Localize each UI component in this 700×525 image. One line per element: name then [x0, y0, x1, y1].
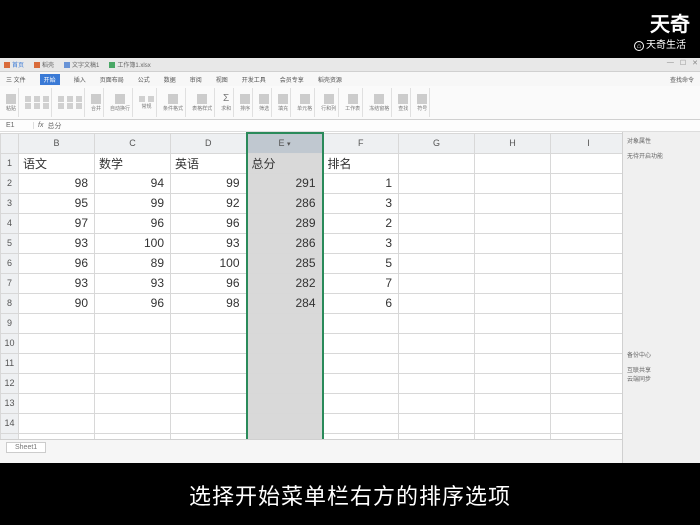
backup-item-1[interactable]: 互联共享	[627, 365, 697, 374]
row-3[interactable]: 3 959992 2863	[1, 193, 623, 213]
ribbon: 粘贴 合并 自动换行 常规 条件格式 表格样式 Σ求和 排序 筛选 填充 单元格…	[0, 86, 700, 120]
row-8[interactable]: 8 909698 2846	[1, 293, 623, 313]
col-E[interactable]: E ▾	[247, 133, 323, 153]
backup-item-2[interactable]: 云端同步	[627, 374, 697, 383]
row-1[interactable]: 1 语文 数学 英语 总分 排名	[1, 153, 623, 173]
menu-resource[interactable]: 稻壳资源	[318, 75, 342, 84]
window-tabbar: 首页 稻壳 文字文稿1 工作簿1.xlsx — ☐ ✕	[0, 58, 700, 72]
menu-start[interactable]: 开始	[40, 74, 60, 85]
tab-workbook[interactable]: 工作簿1.xlsx	[109, 60, 150, 69]
col-H[interactable]: H	[475, 133, 551, 153]
menu-data[interactable]: 数据	[164, 75, 176, 84]
backup-title: 备份中心	[627, 350, 697, 359]
menu-search[interactable]: 查找命令	[670, 75, 694, 84]
menu-view[interactable]: 视图	[216, 75, 228, 84]
col-D[interactable]: D	[171, 133, 247, 153]
row-13[interactable]: 13	[1, 393, 623, 413]
row-14[interactable]: 14	[1, 413, 623, 433]
formula-input[interactable]: 总分	[47, 121, 61, 131]
ribbon-number[interactable]: 常规	[137, 88, 157, 117]
col-I[interactable]: I	[551, 133, 623, 153]
pane-title: 对象属性	[627, 136, 696, 145]
pane-sub: 无待开启功能	[627, 151, 696, 160]
menubar: 三 文件 开始 插入 页面布局 公式 数据 审阅 视图 开发工具 会员专享 稻壳…	[0, 72, 700, 86]
ribbon-find[interactable]: 查找	[396, 88, 411, 117]
select-all-corner[interactable]	[1, 133, 19, 153]
watermark-sub: ⌂天奇生活	[634, 36, 686, 51]
menu-insert[interactable]: 插入	[74, 75, 86, 84]
ribbon-condfmt[interactable]: 条件格式	[161, 88, 186, 117]
ribbon-font[interactable]	[23, 88, 52, 117]
menu-file[interactable]: 三 文件	[6, 75, 26, 84]
ribbon-wrap[interactable]: 自动换行	[108, 88, 133, 117]
row-12[interactable]: 12	[1, 373, 623, 393]
ribbon-sum[interactable]: Σ求和	[219, 88, 234, 117]
name-box[interactable]: E1	[4, 122, 34, 129]
menu-formula[interactable]: 公式	[138, 75, 150, 84]
tab-docer[interactable]: 稻壳	[34, 60, 54, 69]
row-11[interactable]: 11	[1, 353, 623, 373]
status-bar: Sheet1	[0, 439, 622, 463]
fx-icon[interactable]: fx	[34, 122, 47, 129]
row-6[interactable]: 6 9689100 2855	[1, 253, 623, 273]
window-controls: — ☐ ✕	[667, 59, 698, 67]
col-G[interactable]: G	[399, 133, 475, 153]
col-C[interactable]: C	[95, 133, 171, 153]
tab-doc1[interactable]: 文字文稿1	[64, 60, 99, 69]
ribbon-freeze[interactable]: 冻结窗格	[367, 88, 392, 117]
ribbon-symbol[interactable]: 符号	[415, 88, 430, 117]
task-pane: 对象属性 无待开启功能 备份中心 互联共享 云端同步	[622, 132, 700, 463]
sheet-tab[interactable]: Sheet1	[6, 442, 46, 453]
minimize-icon[interactable]: —	[667, 59, 674, 67]
ribbon-clipboard[interactable]: 粘贴	[4, 88, 19, 117]
ribbon-align[interactable]	[56, 88, 85, 117]
ribbon-sheet[interactable]: 工作表	[343, 88, 363, 117]
maximize-icon[interactable]: ☐	[680, 59, 686, 67]
ribbon-cell[interactable]: 单元格	[295, 88, 315, 117]
ribbon-row[interactable]: 行和列	[319, 88, 339, 117]
menu-layout[interactable]: 页面布局	[100, 75, 124, 84]
watermark-main: 天奇	[650, 8, 690, 37]
ribbon-merge[interactable]: 合并	[89, 88, 104, 117]
row-9[interactable]: 9	[1, 313, 623, 333]
col-B[interactable]: B	[19, 133, 95, 153]
close-icon[interactable]: ✕	[692, 59, 698, 67]
spreadsheet-grid[interactable]: B C D E ▾ F G H I 1 语文 数学 英语 总分 排名	[0, 132, 622, 463]
row-4[interactable]: 4 979696 2892	[1, 213, 623, 233]
ribbon-filter[interactable]: 筛选	[257, 88, 272, 117]
video-subtitle: 选择开始菜单栏右方的排序选项	[0, 479, 700, 511]
spreadsheet-app: 首页 稻壳 文字文稿1 工作簿1.xlsx — ☐ ✕ 三 文件 开始 插入 页…	[0, 58, 700, 463]
row-10[interactable]: 10	[1, 333, 623, 353]
ribbon-style[interactable]: 表格样式	[190, 88, 215, 117]
ribbon-sort[interactable]: 排序	[238, 88, 253, 117]
formula-bar: E1 fx 总分	[0, 120, 700, 132]
col-F[interactable]: F	[323, 133, 399, 153]
row-2[interactable]: 2 989499 2911	[1, 173, 623, 193]
ribbon-fill[interactable]: 填充	[276, 88, 291, 117]
menu-dev[interactable]: 开发工具	[242, 75, 266, 84]
tab-home[interactable]: 首页	[4, 60, 24, 69]
menu-vip[interactable]: 会员专享	[280, 75, 304, 84]
row-5[interactable]: 5 9310093 2863	[1, 233, 623, 253]
column-header-row: B C D E ▾ F G H I	[1, 133, 623, 153]
row-7[interactable]: 7 939396 2827	[1, 273, 623, 293]
menu-review[interactable]: 审阅	[190, 75, 202, 84]
